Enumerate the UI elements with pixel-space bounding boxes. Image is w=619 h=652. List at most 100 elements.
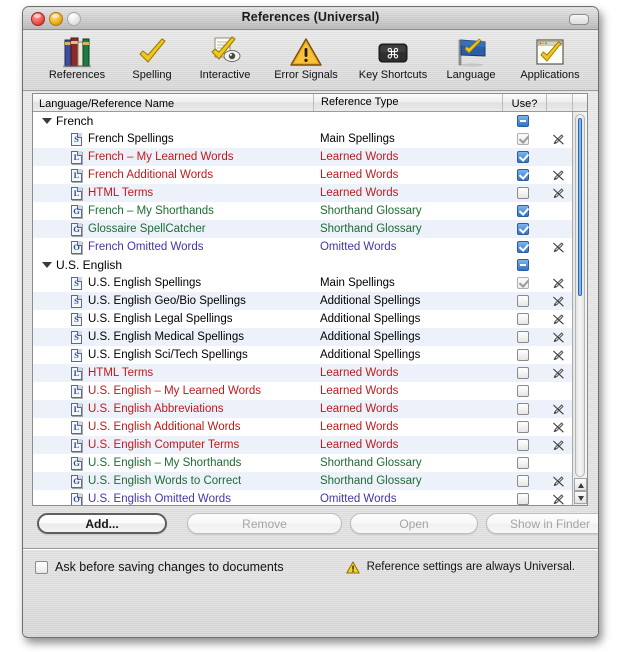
use-cell[interactable] bbox=[501, 169, 545, 181]
references-window: References (Universal) References Spelli… bbox=[22, 6, 599, 638]
scroll-up-button[interactable] bbox=[574, 478, 587, 491]
use-checkbox[interactable] bbox=[517, 403, 530, 415]
table-group-row[interactable]: French bbox=[33, 112, 587, 130]
use-cell[interactable] bbox=[501, 439, 545, 451]
use-checkbox[interactable] bbox=[517, 241, 530, 253]
table-row[interactable]: S U.S. English Medical Spellings Additiona… bbox=[33, 328, 587, 346]
content-panel: Language/Reference Name Reference Type U… bbox=[23, 91, 598, 636]
use-checkbox[interactable] bbox=[517, 205, 530, 217]
table-row[interactable]: L U.S. English Abbreviations Learned Words bbox=[33, 400, 587, 418]
use-checkbox[interactable] bbox=[517, 439, 530, 451]
use-checkbox[interactable] bbox=[517, 475, 530, 487]
toolbar-item-spelling[interactable]: Spelling bbox=[117, 34, 187, 81]
scrollbar-track[interactable] bbox=[575, 114, 585, 477]
add-button[interactable]: Add... bbox=[37, 513, 167, 534]
use-cell[interactable] bbox=[501, 313, 545, 325]
use-cell[interactable] bbox=[501, 475, 545, 487]
column-header-use[interactable]: Use? bbox=[503, 94, 547, 111]
reference-name: U.S. English Computer Terms bbox=[88, 439, 240, 451]
table-row[interactable]: O French Omitted Words Omitted Words bbox=[33, 238, 587, 256]
toolbar-item-error-signals[interactable]: Error Signals bbox=[263, 34, 349, 81]
toolbar-item-interactive[interactable]: Interactive bbox=[187, 34, 263, 81]
use-cell[interactable] bbox=[501, 133, 545, 145]
table-row[interactable]: S U.S. English Legal Spellings Additional … bbox=[33, 310, 587, 328]
table-row[interactable]: S U.S. English Geo/Bio Spellings Additiona… bbox=[33, 292, 587, 310]
table-row[interactable]: L HTML Terms Learned Words bbox=[33, 364, 587, 382]
table-row[interactable]: L U.S. English Computer Terms Learned Word… bbox=[33, 436, 587, 454]
use-checkbox[interactable] bbox=[517, 259, 530, 271]
use-cell[interactable] bbox=[501, 223, 545, 235]
use-cell[interactable] bbox=[501, 421, 545, 433]
table-row[interactable]: L HTML Terms Learned Words bbox=[33, 184, 587, 202]
use-checkbox[interactable] bbox=[517, 133, 530, 145]
reference-name: French – My Shorthands bbox=[88, 205, 214, 217]
use-cell[interactable] bbox=[501, 493, 545, 505]
table-row[interactable]: G U.S. English – My Shorthands Shorthand G… bbox=[33, 454, 587, 472]
use-cell[interactable] bbox=[501, 403, 545, 415]
scroll-down-button[interactable] bbox=[574, 491, 587, 504]
reference-type-l-icon: L bbox=[71, 186, 82, 200]
table-row[interactable]: S French Spellings Main Spellings bbox=[33, 130, 587, 148]
disclosure-triangle-icon[interactable] bbox=[42, 118, 52, 124]
use-cell[interactable] bbox=[501, 241, 545, 253]
use-checkbox[interactable] bbox=[517, 223, 530, 235]
use-cell[interactable] bbox=[501, 457, 545, 469]
table-row[interactable]: L U.S. English Additional Words Learned Wo… bbox=[33, 418, 587, 436]
use-checkbox[interactable] bbox=[517, 169, 530, 181]
use-checkbox[interactable] bbox=[517, 367, 530, 379]
toolbar-toggle-button[interactable] bbox=[569, 14, 589, 25]
table-row[interactable]: S U.S. English Sci/Tech Spellings Addition… bbox=[33, 346, 587, 364]
table-row[interactable]: L French – My Learned Words Learned Words bbox=[33, 148, 587, 166]
table-group-row[interactable]: U.S. English bbox=[33, 256, 587, 274]
use-checkbox[interactable] bbox=[517, 277, 530, 289]
remove-button[interactable]: Remove bbox=[187, 513, 342, 534]
use-cell[interactable] bbox=[501, 385, 545, 397]
use-checkbox[interactable] bbox=[517, 457, 530, 469]
toolbar-item-key-shortcuts[interactable]: ⌘ Key Shortcuts bbox=[349, 34, 437, 81]
column-header-type[interactable]: Reference Type bbox=[314, 94, 503, 111]
toolbar-item-references[interactable]: References bbox=[37, 34, 117, 81]
use-cell[interactable] bbox=[501, 349, 545, 361]
use-cell[interactable] bbox=[501, 187, 545, 199]
table-row[interactable]: O U.S. English Omitted Words Omitted Words bbox=[33, 490, 587, 505]
ask-before-saving-checkbox[interactable] bbox=[35, 560, 48, 574]
table-row[interactable]: S U.S. English Spellings Main Spellings bbox=[33, 274, 587, 292]
use-checkbox[interactable] bbox=[517, 115, 530, 127]
table-row[interactable]: G French – My Shorthands Shorthand Glossar… bbox=[33, 202, 587, 220]
column-header-edit[interactable] bbox=[547, 94, 573, 111]
use-checkbox[interactable] bbox=[517, 187, 530, 199]
scrollbar-thumb[interactable] bbox=[578, 118, 582, 296]
column-header-name[interactable]: Language/Reference Name bbox=[33, 94, 314, 111]
use-checkbox[interactable] bbox=[517, 331, 530, 343]
use-checkbox[interactable] bbox=[517, 151, 530, 163]
table-row[interactable]: L U.S. English – My Learned Words Learned … bbox=[33, 382, 587, 400]
show-in-finder-button[interactable]: Show in Finder bbox=[486, 513, 598, 534]
universal-warning-text: Reference settings are always Universal. bbox=[366, 561, 575, 573]
table-row[interactable]: L French Additional Words Learned Words bbox=[33, 166, 587, 184]
use-cell[interactable] bbox=[501, 367, 545, 379]
use-cell[interactable] bbox=[501, 277, 545, 289]
use-cell[interactable] bbox=[501, 331, 545, 343]
vertical-scrollbar[interactable] bbox=[572, 112, 587, 505]
use-checkbox[interactable] bbox=[517, 313, 530, 325]
reference-type-s-icon: S bbox=[71, 348, 82, 362]
ask-before-saving-label[interactable]: Ask before saving changes to documents bbox=[55, 560, 284, 574]
use-checkbox[interactable] bbox=[517, 493, 530, 505]
universal-warning: Reference settings are always Universal. bbox=[345, 561, 575, 574]
open-button[interactable]: Open bbox=[350, 513, 478, 534]
use-checkbox[interactable] bbox=[517, 295, 530, 307]
disclosure-triangle-icon[interactable] bbox=[42, 262, 52, 268]
toolbar-item-applications[interactable]: Applications bbox=[509, 34, 591, 81]
use-checkbox[interactable] bbox=[517, 421, 530, 433]
edit-disabled-icon bbox=[552, 313, 565, 326]
toolbar-item-language[interactable]: Language bbox=[437, 34, 505, 81]
use-checkbox[interactable] bbox=[517, 385, 530, 397]
use-cell[interactable] bbox=[501, 295, 545, 307]
use-cell[interactable] bbox=[501, 205, 545, 217]
edit-disabled-icon bbox=[552, 493, 565, 506]
table-row[interactable]: G U.S. English Words to Correct Shorthand … bbox=[33, 472, 587, 490]
reference-type: Learned Words bbox=[319, 187, 399, 199]
use-checkbox[interactable] bbox=[517, 349, 530, 361]
table-row[interactable]: G Glossaire SpellCatcher Shorthand Glossar… bbox=[33, 220, 587, 238]
use-cell[interactable] bbox=[501, 151, 545, 163]
